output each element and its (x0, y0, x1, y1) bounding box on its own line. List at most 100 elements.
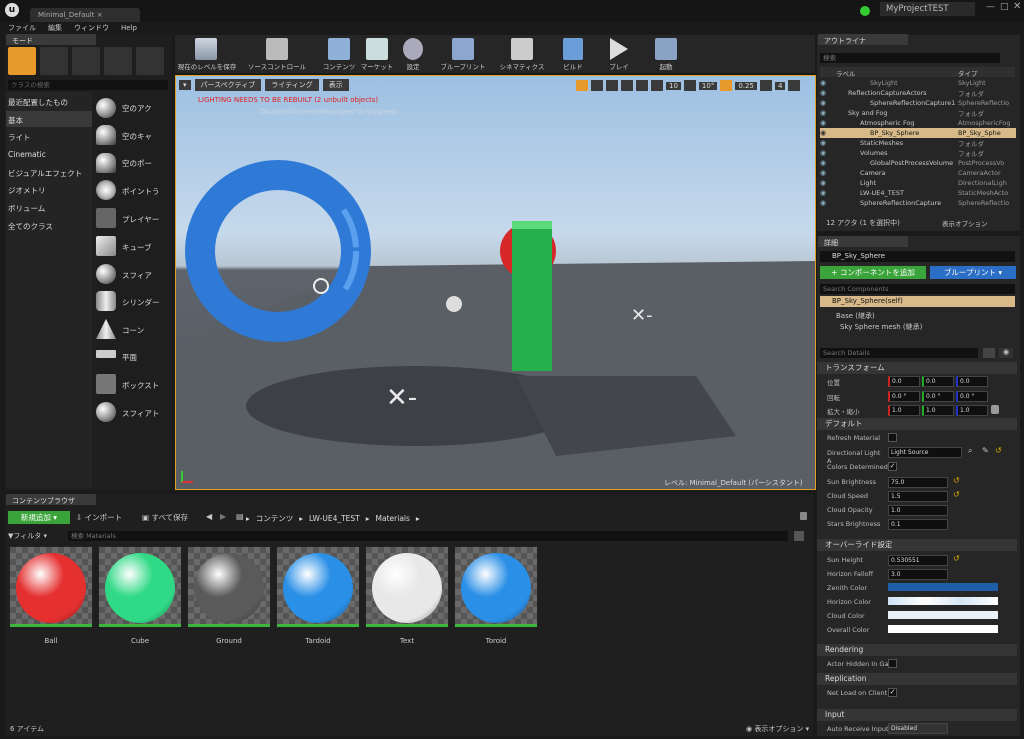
mode-landscape-icon[interactable] (72, 47, 100, 75)
category-lights[interactable]: ライト (8, 132, 31, 143)
outliner-row[interactable]: ◉ SphereReflectionCapture1 SphereReflectio (820, 98, 1016, 108)
grid-snap-value[interactable]: 10 (666, 81, 681, 90)
auto-receive-select[interactable]: Disabled (888, 723, 948, 734)
visibility-icon[interactable]: ◉ (820, 139, 828, 147)
location-z[interactable]: 0.0 (956, 376, 988, 387)
material-ball-thumbnail[interactable] (9, 546, 93, 628)
component-mesh[interactable]: Sky Sphere mesh (継承) (840, 322, 922, 332)
outliner-row[interactable]: ◉ SkyLight SkyLight (820, 78, 1016, 88)
refresh-material-checkbox[interactable] (888, 433, 897, 442)
place-item[interactable]: スフィア (122, 270, 152, 281)
scale-z[interactable]: 1.0 (956, 405, 988, 416)
lock-icon[interactable] (800, 512, 807, 520)
import-button[interactable]: ⇩ インポート (76, 512, 122, 523)
outliner-row[interactable]: ◉ Camera CameraActor (820, 168, 1016, 178)
mode-place-icon[interactable] (8, 47, 36, 75)
breadcrumb-materials[interactable]: Materials (376, 514, 410, 523)
add-component-button[interactable]: + コンポーネントを追加 (820, 266, 926, 279)
outliner-view-options[interactable]: 表示オプション (942, 218, 988, 228)
scale-x[interactable]: 1.0 (888, 405, 920, 416)
source-control-tb-icon[interactable] (266, 38, 288, 60)
eyedropper-icon[interactable]: ✎ (982, 446, 989, 455)
directional-light-select[interactable]: Light Source (888, 447, 962, 458)
content-browser-tab[interactable]: コンテンツブラウザ (6, 494, 96, 505)
rotate-icon[interactable] (606, 80, 618, 91)
scale-label[interactable]: 拡大・縮小 (827, 406, 860, 416)
nav-back-icon[interactable]: ◀ (206, 512, 212, 521)
camera-speed-value[interactable]: 4 (774, 81, 786, 90)
scale-y[interactable]: 1.0 (922, 405, 954, 416)
filter-button[interactable]: ▼フィルタ ▾ (8, 531, 47, 541)
place-item[interactable]: 空のポー (122, 158, 152, 169)
scale-snap-value[interactable]: 0.25 (735, 81, 757, 90)
outliner-row[interactable]: ◉ StaticMeshes フォルダ (820, 138, 1016, 148)
place-item[interactable]: ボックスト (122, 380, 159, 391)
stars-brightness-field[interactable]: 0.1 (888, 519, 948, 530)
outliner-row[interactable]: ◉ SphereReflectionCapture SphereReflectio (820, 198, 1016, 208)
breadcrumb-content[interactable]: コンテンツ (256, 513, 294, 524)
outliner-search-input[interactable]: 検索 (820, 53, 1000, 63)
breadcrumb-project[interactable]: LW-UE4_TEST (309, 514, 360, 523)
maximize-viewport-icon[interactable] (788, 80, 801, 91)
reset-icon[interactable]: ↺ (995, 446, 1002, 455)
blueprint-button[interactable]: ブループリント ▾ (930, 266, 1016, 279)
settings-icon[interactable] (403, 38, 423, 60)
place-item[interactable]: シリンダー (122, 297, 160, 308)
reset-icon[interactable]: ↺ (953, 476, 960, 485)
visibility-icon[interactable]: ◉ (820, 179, 828, 187)
location-x[interactable]: 0.0 (888, 376, 920, 387)
lighting-button[interactable]: ライティング (265, 79, 319, 91)
viewport-menu-icon[interactable]: ▾ (179, 80, 191, 90)
visibility-icon[interactable]: ◉ (820, 119, 828, 127)
launch-icon[interactable] (655, 38, 677, 60)
col-type[interactable]: タイプ (958, 68, 978, 78)
outliner-row[interactable]: ◉ ReflectionCaptureActors フォルダ (820, 88, 1016, 98)
net-load-checkbox[interactable]: ✓ (888, 688, 897, 697)
col-label[interactable]: ラベル (836, 68, 856, 78)
details-tab[interactable]: 詳細 (818, 236, 908, 247)
search-components-input[interactable]: Search Components (820, 284, 1015, 294)
sun-brightness-field[interactable]: 75.0 (888, 477, 948, 488)
outliner-row-selected[interactable]: ◉ BP_Sky_Sphere BP_Sky_Sphe (820, 128, 1016, 138)
transform-section[interactable]: トランスフォーム (817, 362, 1017, 374)
material-text-thumbnail[interactable] (365, 546, 449, 628)
rotation-snap-icon[interactable] (683, 80, 696, 91)
category-visual-effects[interactable]: ビジュアルエフェクト (8, 168, 82, 179)
material-tardoid-thumbnail[interactable] (276, 546, 360, 628)
component-base[interactable]: Base (継承) (836, 311, 875, 321)
place-item[interactable]: コーン (122, 325, 144, 336)
nav-forward-icon[interactable]: ▶ (220, 512, 226, 521)
menu-window[interactable]: ウィンドウ (74, 23, 109, 33)
horizon-color-swatch[interactable] (888, 597, 998, 605)
material-cube-thumbnail[interactable] (98, 546, 182, 628)
visibility-icon[interactable]: ◉ (820, 169, 828, 177)
scale-lock-icon[interactable] (991, 405, 999, 414)
overall-color-swatch[interactable] (888, 625, 998, 633)
default-section[interactable]: デフォルト (817, 418, 1017, 430)
reset-icon[interactable]: ↺ (953, 490, 960, 499)
content-icon[interactable] (328, 38, 350, 60)
picker-icon[interactable]: ⌕ (968, 446, 972, 456)
level-tab[interactable]: Minimal_Default × (30, 8, 140, 22)
outliner-tab[interactable]: アウトライナ (818, 34, 908, 45)
place-item[interactable]: 平面 (122, 352, 137, 363)
visibility-icon[interactable]: ◉ (820, 109, 828, 117)
mode-paint-icon[interactable] (40, 47, 68, 75)
outliner-row[interactable]: ◉ Light DirectionalLigh (820, 178, 1016, 188)
visibility-icon[interactable]: ◉ (820, 199, 828, 207)
grid-snap-icon[interactable] (651, 80, 663, 91)
rotation-label[interactable]: 回転 (827, 392, 840, 402)
select-mode-icon[interactable] (576, 80, 588, 91)
material-toroid-thumbnail[interactable] (454, 546, 538, 628)
category-recent[interactable]: 最近配置したもの (8, 97, 68, 108)
category-volumes[interactable]: ボリューム (8, 203, 45, 214)
content-search-input[interactable]: 検索 Materials (68, 531, 788, 541)
eye-icon[interactable]: ◉ (999, 348, 1013, 358)
close-icon[interactable]: ✕ (1013, 1, 1021, 12)
colors-determined-checkbox[interactable]: ✓ (888, 462, 897, 471)
property-matrix-icon[interactable] (983, 348, 995, 358)
search-details-input[interactable]: Search Details (820, 348, 978, 358)
location-y[interactable]: 0.0 (922, 376, 954, 387)
reset-icon[interactable]: ↺ (953, 554, 960, 563)
visibility-icon[interactable]: ◉ (820, 149, 828, 157)
